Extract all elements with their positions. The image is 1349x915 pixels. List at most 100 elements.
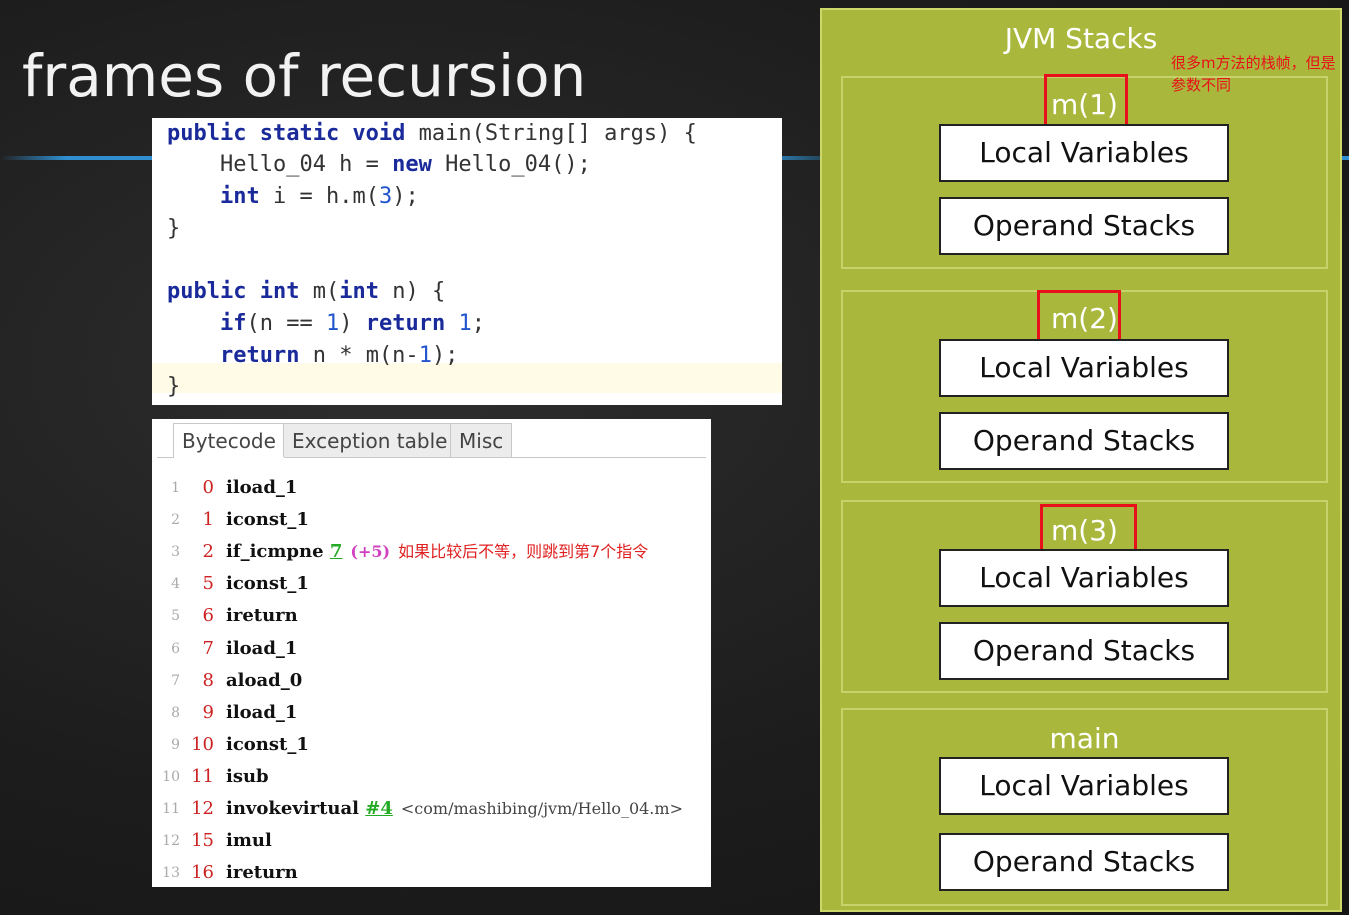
code-keyword: if	[219, 311, 247, 336]
highlight-box	[1040, 504, 1137, 553]
bytecode-offset: 12	[191, 798, 214, 819]
bytecode-instruction: iconst_1	[226, 568, 309, 600]
code-keyword: return	[219, 343, 300, 368]
code-keyword: int	[339, 279, 379, 304]
stack-frame-main: main Local Variables Operand Stacks	[841, 708, 1328, 906]
line-number: 10	[162, 768, 180, 785]
instruction-annotation: 如果比较后不等，则跳到第7个指令	[398, 542, 649, 562]
bytecode-panel: Bytecode Exception table Misc 1 0 iload_1 2…	[152, 419, 711, 887]
code-number: 1	[325, 311, 340, 336]
operand-stacks-box: Operand Stacks	[939, 622, 1229, 680]
code-text: )	[339, 311, 366, 336]
opcode: ireturn	[226, 862, 298, 884]
line-number: 3	[171, 544, 180, 561]
code-text: Hello_04();	[431, 152, 591, 177]
local-variables-box: Local Variables	[939, 339, 1229, 397]
line-number: 7	[171, 672, 180, 689]
jvm-stacks-title: JVM Stacks	[1004, 22, 1158, 55]
code-keyword: int	[219, 184, 260, 209]
code-line-1: public static void main(String[] args) {	[167, 118, 697, 150]
bytecode-row[interactable]: 8 9 iload_1	[152, 697, 711, 729]
bytecode-instruction: isub	[226, 761, 269, 793]
opcode: ireturn	[226, 605, 298, 627]
code-text: );	[392, 184, 419, 209]
code-line-2: Hello_04 h = new Hello_04();	[167, 149, 591, 181]
code-text: }	[167, 216, 181, 241]
operand-link[interactable]: #4	[365, 798, 393, 819]
code-number: 1	[458, 311, 472, 336]
bytecode-row[interactable]: 2 1 iconst_1	[152, 504, 711, 536]
opcode: if_icmpne	[226, 541, 324, 563]
code-text: n) {	[378, 279, 446, 304]
opcode: isub	[226, 765, 269, 787]
bytecode-row[interactable]: 6 7 iload_1	[152, 633, 711, 665]
bytecode-offset: 16	[191, 862, 214, 884]
opcode: imul	[226, 830, 272, 852]
code-keyword: return	[365, 311, 446, 336]
bytecode-row[interactable]: 10 11 isub	[152, 761, 711, 793]
bytecode-instruction: ireturn	[226, 600, 298, 632]
code-number: 3	[378, 184, 393, 209]
tab-bytecode[interactable]: Bytecode	[173, 423, 285, 458]
line-number: 4	[171, 576, 180, 593]
tab-misc[interactable]: Misc	[450, 423, 513, 457]
code-text: m(	[299, 279, 340, 304]
operand-stacks-box: Operand Stacks	[939, 833, 1229, 891]
opcode: iconst_1	[226, 573, 309, 595]
bytecode-offset: 10	[191, 733, 214, 755]
code-line-6: if(n == 1) return 1;	[167, 308, 485, 340]
line-number: 12	[162, 833, 180, 850]
opcode: aload_0	[226, 669, 303, 691]
code-text: n * m(n-	[299, 343, 419, 368]
line-number: 6	[171, 640, 180, 657]
code-line-4: }	[167, 213, 180, 245]
code-keyword: public	[167, 279, 247, 304]
bytecode-instruction: iload_1	[226, 633, 297, 665]
bytecode-instruction: ireturn	[226, 857, 298, 887]
opcode: iconst_1	[226, 733, 309, 755]
code-line-5: public int m(int n) {	[167, 276, 445, 308]
bytecode-row[interactable]: 1 0 iload_1	[152, 472, 711, 504]
code-line-8: }	[167, 371, 180, 403]
bytecode-row[interactable]: 5 6 ireturn	[152, 600, 711, 632]
bytecode-offset: 11	[191, 765, 214, 787]
opcode: iconst_1	[226, 509, 309, 531]
line-number: 5	[171, 608, 180, 625]
local-variables-box: Local Variables	[939, 757, 1229, 815]
bytecode-row[interactable]: 3 2 if_icmpne 7 (+5) 如果比较后不等，则跳到第7个指令	[152, 536, 711, 568]
method-reference: <com/mashibing/jvm/Hello_04.m>	[400, 799, 683, 818]
operand-stacks-box: Operand Stacks	[939, 197, 1229, 255]
bytecode-offset: 2	[202, 541, 214, 563]
code-line-3: int i = h.m(3);	[167, 181, 419, 213]
line-number: 8	[171, 704, 180, 721]
bytecode-instruction: invokevirtual #4 <com/mashibing/jvm/Hello…	[226, 793, 683, 825]
operand-link[interactable]: 7	[330, 541, 343, 562]
slide-title: frames of recursion	[22, 42, 587, 110]
code-text: );	[431, 343, 459, 368]
bytecode-row[interactable]: 12 15 imul	[152, 825, 711, 857]
opcode: invokevirtual	[226, 798, 359, 819]
line-number: 2	[171, 512, 180, 529]
bytecode-row[interactable]: 7 8 aload_0	[152, 665, 711, 697]
bytecode-offset: 0	[202, 477, 214, 498]
code-number: 1	[418, 343, 432, 368]
code-keyword: public static void	[167, 121, 406, 146]
bytecode-instruction: iconst_1	[226, 729, 309, 761]
code-text: main(String[] args) {	[405, 121, 697, 146]
bytecode-instruction: imul	[226, 825, 272, 857]
frame-label: main	[1049, 722, 1120, 755]
stack-frame-m1: m(1) Local Variables Operand Stacks	[841, 74, 1328, 269]
bytecode-row[interactable]: 9 10 iconst_1	[152, 729, 711, 761]
code-panel: public static void main(String[] args) {…	[152, 118, 782, 405]
tab-exception-table[interactable]: Exception table	[283, 423, 457, 457]
local-variables-box: Local Variables	[939, 549, 1229, 607]
bytecode-row[interactable]: 4 5 iconst_1	[152, 568, 711, 600]
bytecode-offset: 7	[202, 637, 214, 659]
bytecode-offset: 8	[202, 669, 214, 691]
code-text: ;	[471, 311, 485, 336]
bytecode-row[interactable]: 11 12 invokevirtual #4 <com/mashibing/jvm/H…	[152, 793, 711, 825]
bytecode-row[interactable]: 13 16 ireturn	[152, 857, 711, 887]
annotation-note: 很多m方法的栈帧，但是参数不同	[1171, 54, 1336, 94]
bytecode-offset: 5	[202, 573, 214, 595]
bytecode-instruction: if_icmpne 7 (+5) 如果比较后不等，则跳到第7个指令	[226, 536, 648, 568]
